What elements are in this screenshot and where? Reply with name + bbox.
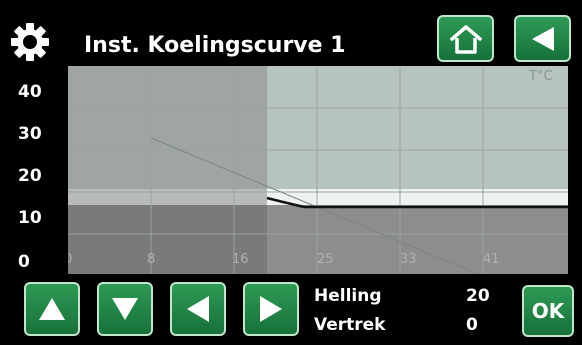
vertrek-label: Vertrek — [314, 315, 386, 335]
back-arrow-icon — [531, 26, 554, 51]
page-title: Inst. Koelingscurve 1 — [84, 33, 346, 58]
y-axis-label: 10 — [18, 208, 42, 228]
arrow-up-icon — [39, 298, 65, 320]
x-axis-label: 25 — [317, 252, 334, 267]
x-axis-label: 0 — [68, 252, 72, 267]
arrow-right-icon — [260, 296, 282, 322]
back-button[interactable] — [514, 15, 571, 62]
arrow-down-icon — [112, 298, 138, 320]
x-axis-label: 8 — [147, 252, 155, 267]
down-button[interactable] — [97, 282, 153, 336]
y-axis-label: 40 — [18, 82, 42, 102]
x-axis-label: 33 — [400, 252, 417, 267]
vertrek-value: 0 — [466, 315, 478, 335]
home-button[interactable] — [437, 15, 494, 62]
cooling-curve-graph: T°C 0 8 16 25 33 41 — [68, 66, 568, 274]
up-button[interactable] — [24, 282, 80, 336]
ok-button[interactable]: OK — [522, 285, 574, 337]
helling-label: Helling — [314, 286, 382, 306]
x-axis-label: 41 — [483, 252, 500, 267]
helling-value: 20 — [466, 286, 490, 306]
right-button[interactable] — [243, 282, 299, 336]
home-icon — [449, 24, 482, 54]
x-axis-label: 16 — [232, 252, 249, 267]
y-axis-label: 0 — [18, 252, 30, 272]
y-axis-label: 20 — [18, 166, 42, 186]
arrow-left-icon — [187, 296, 209, 322]
left-button[interactable] — [170, 282, 226, 336]
gear-icon — [11, 23, 49, 61]
unit-label: T°C — [528, 69, 553, 84]
y-axis-label: 30 — [18, 124, 42, 144]
